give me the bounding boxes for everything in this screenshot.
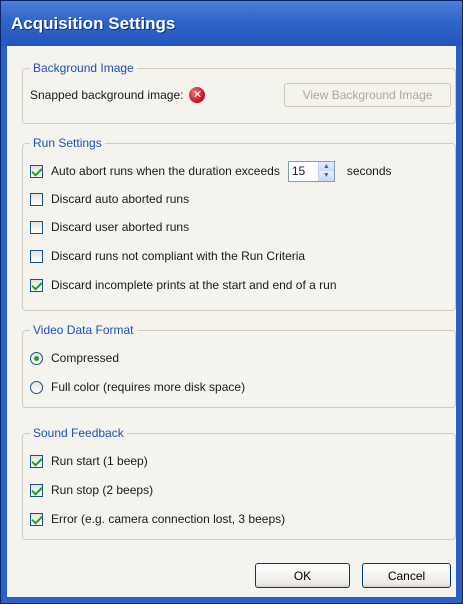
discard-user-label: Discard user aborted runs (51, 220, 190, 234)
discard-incomplete-row: Discard incomplete prints at the start a… (30, 276, 337, 294)
ok-button[interactable]: OK (255, 563, 350, 588)
snapped-background-row: Snapped background image: ✕ (30, 84, 206, 106)
run-start-row: Run start (1 beep) (30, 452, 148, 470)
discard-auto-row: Discard auto aborted runs (30, 190, 189, 208)
background-image-legend: Background Image (30, 61, 137, 76)
background-image-group: Background Image Snapped background imag… (22, 61, 456, 124)
spinner-arrows: ▲ ▼ (317, 161, 334, 181)
title-bar[interactable]: Acquisition Settings (1, 1, 462, 46)
run-settings-group: Run Settings Auto abort runs when the du… (22, 136, 456, 311)
spin-down-icon[interactable]: ▼ (318, 171, 334, 181)
duration-spinner[interactable]: 15 ▲ ▼ (287, 160, 335, 182)
view-background-image-label: View Background Image (302, 88, 433, 102)
spin-up-icon[interactable]: ▲ (318, 161, 334, 171)
cancel-button[interactable]: Cancel (362, 563, 451, 588)
compressed-label: Compressed (51, 351, 120, 365)
window-frame-right (456, 46, 462, 603)
error-row: Error (e.g. camera connection lost, 3 be… (30, 510, 285, 528)
discard-user-row: Discard user aborted runs (30, 218, 189, 236)
duration-value[interactable]: 15 (289, 162, 318, 181)
error-label: Error (e.g. camera connection lost, 3 be… (51, 512, 286, 526)
full-color-label: Full color (requires more disk space) (51, 380, 246, 394)
full-color-row: Full color (requires more disk space) (30, 378, 245, 396)
error-x-icon: ✕ (189, 87, 206, 103)
run-stop-row: Run stop (2 beeps) (30, 481, 153, 499)
run-stop-checkbox[interactable] (30, 483, 43, 497)
video-data-format-group: Video Data Format Compressed Full color … (22, 323, 456, 408)
auto-abort-label: Auto abort runs when the duration exceed… (51, 164, 280, 178)
view-background-image-button[interactable]: View Background Image (284, 83, 451, 107)
full-color-radio[interactable] (30, 380, 43, 394)
compressed-row: Compressed (30, 349, 119, 367)
ok-label: OK (293, 568, 312, 583)
run-start-checkbox[interactable] (30, 454, 43, 468)
cancel-label: Cancel (387, 568, 426, 583)
window-frame-bottom (1, 597, 462, 603)
duration-unit: seconds (346, 164, 392, 178)
run-settings-legend: Run Settings (30, 136, 105, 151)
auto-abort-row: Auto abort runs when the duration exceed… (30, 160, 392, 182)
discard-auto-checkbox[interactable] (30, 192, 43, 206)
discard-auto-label: Discard auto aborted runs (51, 192, 190, 206)
run-stop-label: Run stop (2 beeps) (51, 483, 154, 497)
compressed-radio[interactable] (30, 351, 43, 365)
discard-incomplete-checkbox[interactable] (30, 278, 43, 292)
discard-noncompliant-row: Discard runs not compliant with the Run … (30, 247, 305, 265)
run-start-label: Run start (1 beep) (51, 454, 148, 468)
dialog-content: Background Image Snapped background imag… (7, 46, 456, 597)
sound-feedback-legend: Sound Feedback (30, 426, 127, 441)
discard-noncompliant-label: Discard runs not compliant with the Run … (51, 249, 306, 263)
discard-noncompliant-checkbox[interactable] (30, 249, 43, 263)
discard-user-checkbox[interactable] (30, 220, 43, 234)
error-checkbox[interactable] (30, 512, 43, 526)
sound-feedback-group: Sound Feedback Run start (1 beep) Run st… (22, 426, 456, 540)
window-title: Acquisition Settings (11, 14, 176, 33)
discard-incomplete-label: Discard incomplete prints at the start a… (51, 278, 337, 292)
acquisition-settings-window: Acquisition Settings Background Image Sn… (0, 0, 463, 604)
snapped-background-label: Snapped background image: (30, 88, 184, 102)
auto-abort-checkbox[interactable] (30, 164, 43, 178)
video-data-format-legend: Video Data Format (30, 323, 137, 338)
